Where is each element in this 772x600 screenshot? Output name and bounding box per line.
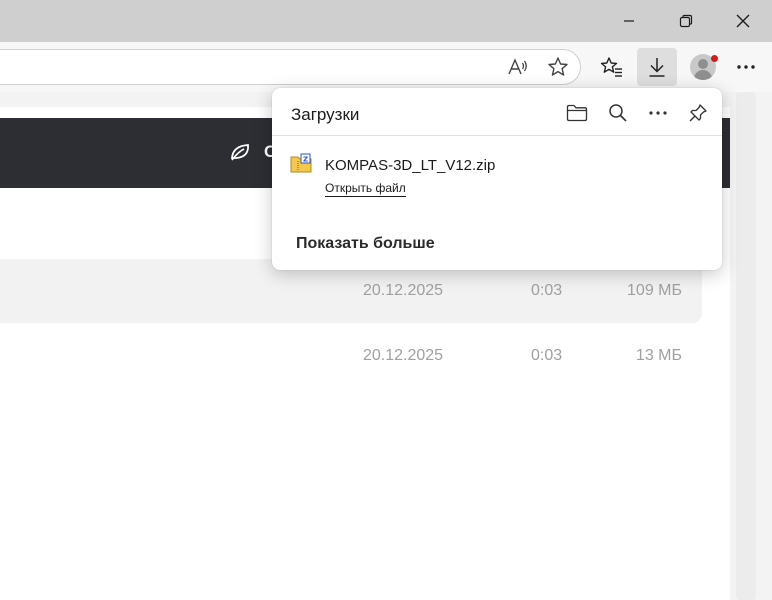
leaf-icon: [230, 142, 252, 167]
flyout-divider: [272, 135, 722, 136]
zip-file-icon: Z: [290, 153, 312, 180]
downloads-more-button[interactable]: [643, 100, 673, 126]
notification-dot: [711, 55, 718, 62]
search-downloads-button[interactable]: [603, 100, 633, 126]
browser-toolbar: [0, 42, 772, 92]
add-favorite-icon: [548, 57, 568, 76]
close-button[interactable]: [714, 0, 772, 42]
restore-icon: [679, 14, 693, 28]
table-row[interactable]: 20.12.2025 0:03 13 МБ: [0, 324, 702, 388]
downloads-flyout: Загрузки Z KOMPAS-3D_LT_V12.zip Открыть …: [272, 88, 722, 270]
close-icon: [736, 14, 750, 28]
settings-more-button[interactable]: [728, 49, 764, 85]
more-icon: [649, 111, 667, 115]
favorites-icon: [600, 57, 622, 77]
downloads-title: Загрузки: [291, 105, 360, 124]
scrollbar-thumb[interactable]: [736, 92, 756, 600]
read-aloud-icon: [508, 58, 527, 75]
folder-icon: [566, 104, 588, 122]
open-file-link[interactable]: Открыть файл: [325, 181, 406, 197]
title-bar: [0, 0, 772, 42]
restore-button[interactable]: [657, 0, 715, 42]
profile-button[interactable]: [685, 49, 721, 85]
svg-text:Z: Z: [303, 156, 308, 164]
pin-icon: [689, 104, 707, 122]
minimize-icon: [624, 20, 634, 22]
downloads-button[interactable]: [637, 48, 677, 86]
download-filename[interactable]: KOMPAS-3D_LT_V12.zip: [325, 157, 495, 174]
row-time: 0:03: [531, 282, 563, 299]
read-aloud-button[interactable]: [500, 49, 536, 85]
open-downloads-folder-button[interactable]: [562, 100, 592, 126]
add-favorite-button[interactable]: [540, 49, 576, 85]
address-bar[interactable]: [0, 49, 581, 85]
search-icon: [609, 104, 627, 122]
row-time: 0:03: [531, 347, 563, 364]
more-icon: [737, 65, 755, 69]
row-size: 109 МБ: [627, 282, 682, 299]
minimize-button[interactable]: [600, 0, 658, 42]
row-date: 20.12.2025: [363, 282, 444, 299]
downloads-icon: [649, 58, 665, 77]
favorites-button[interactable]: [594, 49, 630, 85]
show-more-button[interactable]: Показать больше: [296, 235, 435, 253]
row-date: 20.12.2025: [363, 347, 444, 364]
download-item[interactable]: Z KOMPAS-3D_LT_V12.zip Открыть файл: [284, 144, 710, 204]
pin-downloads-button[interactable]: [683, 100, 713, 126]
row-size: 13 МБ: [635, 347, 682, 364]
